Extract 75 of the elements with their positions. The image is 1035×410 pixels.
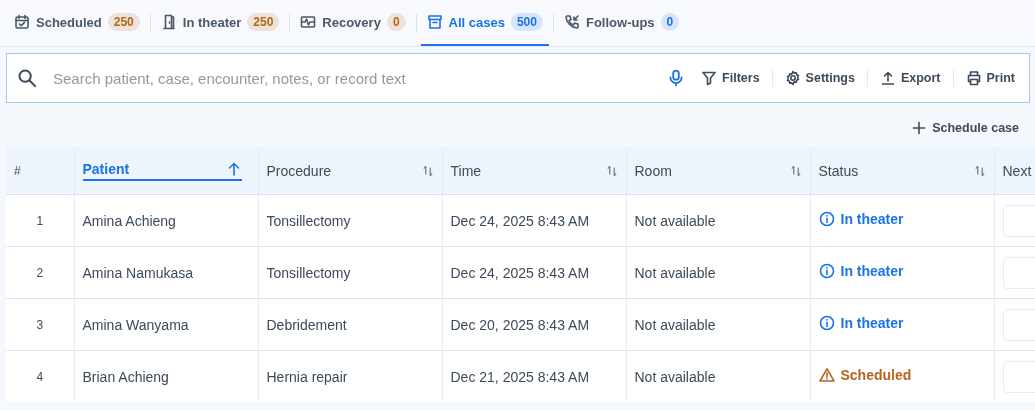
sort-icon bbox=[605, 164, 618, 177]
column-header: # bbox=[14, 163, 21, 178]
column-header[interactable]: Procedure bbox=[266, 162, 332, 179]
table-cell: Not available bbox=[634, 212, 716, 229]
filter-icon bbox=[701, 70, 718, 86]
tab-label: Recovery bbox=[322, 14, 381, 30]
table-cell: Amina Achieng bbox=[82, 212, 176, 229]
table-cell: Amina Wanyama bbox=[82, 316, 189, 333]
table-cell: Dec 21, 2025 8:43 AM bbox=[450, 368, 590, 385]
table-cell: Dec 24, 2025 8:43 AM bbox=[450, 212, 590, 229]
status-label: In theater bbox=[818, 263, 904, 279]
status-label: In theater bbox=[818, 315, 904, 331]
count-badge: 500 bbox=[510, 13, 543, 31]
count-badge: 0 bbox=[660, 13, 680, 31]
tab[interactable]: All cases 500 bbox=[420, 0, 549, 46]
column-header: Next bbox=[1002, 162, 1032, 179]
table-cell: Debridement bbox=[266, 316, 347, 333]
table-cell: Dec 20, 2025 8:43 AM bbox=[450, 316, 590, 333]
tab-label: All cases bbox=[448, 14, 505, 30]
row-number: 2 bbox=[36, 265, 44, 280]
tab[interactable]: In theater 250 bbox=[154, 0, 286, 46]
info-icon bbox=[818, 211, 835, 227]
table-cell: Not available bbox=[634, 316, 716, 333]
tab-label: Scheduled bbox=[36, 14, 102, 30]
toolbar-button[interactable]: Filters bbox=[697, 70, 764, 86]
printer-icon bbox=[965, 70, 982, 86]
plus-icon bbox=[911, 120, 928, 136]
action-control[interactable] bbox=[1002, 204, 1035, 237]
settings-icon bbox=[784, 70, 801, 86]
row-number: 3 bbox=[36, 317, 44, 332]
tab[interactable]: Recovery 0 bbox=[294, 0, 412, 46]
search-input[interactable]: Search patient, case, encounter, notes, or record text bbox=[45, 68, 656, 88]
status-label: In theater bbox=[818, 211, 904, 227]
row-number: 1 bbox=[36, 213, 44, 228]
export-icon bbox=[879, 70, 896, 86]
column-header[interactable]: Status bbox=[818, 162, 859, 179]
count-badge: 0 bbox=[386, 13, 406, 31]
sort-icon bbox=[789, 164, 802, 177]
warning-icon bbox=[818, 367, 835, 383]
table-cell: Brian Achieng bbox=[82, 368, 169, 385]
tab[interactable]: Follow-ups 0 bbox=[557, 0, 686, 46]
schedule-case-button[interactable]: Schedule case bbox=[907, 115, 1023, 141]
info-icon bbox=[818, 263, 835, 279]
microphone-icon bbox=[667, 69, 686, 87]
action-control[interactable] bbox=[1002, 360, 1035, 393]
tab-label: Follow-ups bbox=[585, 14, 655, 30]
search-icon bbox=[17, 68, 37, 88]
toolbar-button[interactable]: Print bbox=[961, 70, 1019, 86]
row-number: 4 bbox=[36, 369, 44, 384]
monitor-waveform-icon bbox=[300, 14, 317, 30]
door-icon bbox=[160, 14, 177, 30]
status-label: Scheduled bbox=[818, 367, 912, 383]
archive-box-icon bbox=[426, 14, 443, 30]
table-cell: Amina Namukasa bbox=[82, 264, 193, 281]
table-cell: Tonsillectomy bbox=[266, 212, 351, 229]
table-cell: Not available bbox=[634, 264, 716, 281]
tab-label: In theater bbox=[182, 14, 242, 30]
action-control[interactable] bbox=[1002, 308, 1035, 341]
sort-icon bbox=[973, 164, 986, 177]
toolbar-button[interactable]: Export bbox=[875, 70, 945, 86]
action-control[interactable] bbox=[1002, 256, 1035, 289]
sort-icon bbox=[421, 164, 434, 177]
table-cell: Dec 24, 2025 8:43 AM bbox=[450, 264, 590, 281]
calendar-check-icon bbox=[14, 14, 30, 30]
toolbar-button[interactable]: Settings bbox=[780, 70, 859, 86]
phone-incoming-icon bbox=[563, 14, 580, 30]
info-icon bbox=[818, 315, 835, 331]
table-cell: Tonsillectomy bbox=[266, 264, 351, 281]
column-header[interactable]: Time bbox=[450, 162, 482, 179]
tab[interactable]: Scheduled 250 bbox=[8, 0, 146, 46]
table-cell: Not available bbox=[634, 368, 716, 385]
count-badge: 250 bbox=[247, 13, 280, 31]
count-badge: 250 bbox=[107, 13, 140, 31]
table-cell: Hernia repair bbox=[266, 368, 348, 385]
column-header[interactable]: Room bbox=[634, 162, 672, 179]
